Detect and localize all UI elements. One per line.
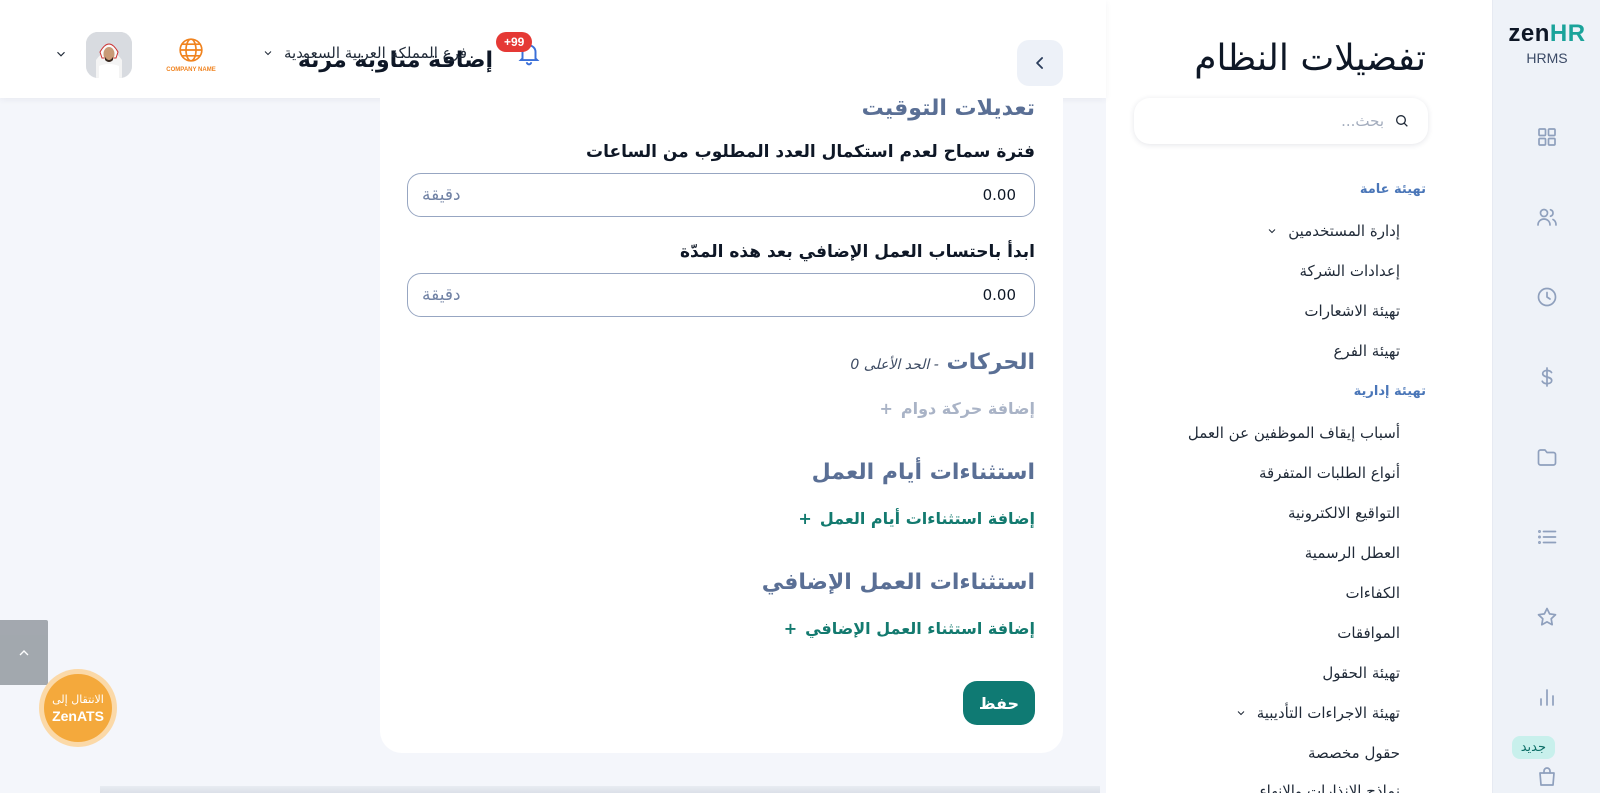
list-icon[interactable] xyxy=(1531,521,1563,553)
add-overtime-exception-label: إضافة استثناء العمل الإضافي xyxy=(805,619,1035,638)
add-movement-label: إضافة حركة دوام xyxy=(900,399,1035,418)
menu-item-suspension-reasons[interactable]: أسباب إيقاف الموظفين عن العمل xyxy=(1188,424,1400,442)
menu-item-e-signatures[interactable]: التواقيع الالكترونية xyxy=(1288,504,1400,522)
bag-icon[interactable] xyxy=(1531,761,1563,793)
menu-item-label: الكفاءات xyxy=(1345,584,1400,602)
profile-menu-toggle[interactable] xyxy=(54,46,68,60)
settings-search[interactable] xyxy=(1134,98,1428,144)
settings-title: تفضيلات النظام xyxy=(1194,38,1426,79)
menu-item-notifications[interactable]: تهيئة الاشعارات xyxy=(1304,302,1400,320)
company-logo: COMPANY NAME xyxy=(155,28,227,80)
zenats-switch-button[interactable]: الانتقال إلى ZenATS xyxy=(44,674,112,742)
menu-item-approvals[interactable]: الموافقات xyxy=(1337,624,1400,642)
plus-icon: + xyxy=(879,399,893,418)
plus-icon: + xyxy=(798,509,812,528)
overtime-start-input[interactable] xyxy=(816,286,1016,304)
add-overtime-exception-button[interactable]: إضافة استثناء العمل الإضافي + xyxy=(784,619,1035,638)
bar-chart-icon[interactable] xyxy=(1531,681,1563,713)
movements-title: الحركات xyxy=(946,350,1035,375)
movements-section-title: الحركات - الحد الأعلى 0 xyxy=(850,350,1035,375)
overtime-start-label: ابدأ باحتساب العمل الإضافي بعد هذه المدّ… xyxy=(680,242,1035,262)
users-icon[interactable] xyxy=(1531,201,1563,233)
dollar-icon[interactable] xyxy=(1531,361,1563,393)
avatar[interactable] xyxy=(86,32,132,78)
menu-item-company-settings[interactable]: إعدادات الشركة xyxy=(1300,262,1400,280)
chevron-down-icon xyxy=(264,51,272,56)
menu-item-label: تهيئة الاجراءات التأديبية xyxy=(1256,704,1400,722)
bottom-divider xyxy=(100,786,1100,793)
chevron-left-icon xyxy=(1036,57,1043,69)
branch-name: فرع المملكة العربية السعودية xyxy=(284,44,468,62)
zenats-caption: الانتقال إلى xyxy=(52,692,104,706)
menu-item-label: الموافقات xyxy=(1337,624,1400,642)
menu-item-user-management[interactable]: إدارة المستخدمين xyxy=(1266,222,1400,240)
chevron-down-icon xyxy=(1237,711,1245,716)
brand-logo[interactable]: zenHR HRMS xyxy=(1493,20,1600,66)
chevron-up-icon xyxy=(19,649,29,655)
notification-count-badge: +99 xyxy=(496,32,533,52)
workday-exceptions-title: استثناءات أيام العمل xyxy=(811,460,1035,485)
add-workday-exception-button[interactable]: إضافة استثناءات أيام العمل + xyxy=(798,509,1035,528)
brand-name-accent: HR xyxy=(1549,20,1586,47)
settings-panel: تفضيلات النظام تهيئة عامة إدارة المستخدم… xyxy=(1106,0,1492,793)
menu-item-label: أسباب إيقاف الموظفين عن العمل xyxy=(1187,424,1400,442)
grace-period-unit: دقيقة xyxy=(422,185,461,205)
overtime-start-unit: دقيقة xyxy=(422,285,461,305)
plus-icon: + xyxy=(783,619,798,638)
menu-item-branch[interactable]: تهيئة الفرع xyxy=(1333,342,1400,360)
menu-item-label: تهيئة الاشعارات xyxy=(1304,302,1400,320)
timing-section-title: تعديلات التوقيت xyxy=(861,96,1035,121)
save-button[interactable]: حفظ xyxy=(963,681,1035,725)
grace-period-field[interactable]: دقيقة xyxy=(407,173,1035,217)
user-photo xyxy=(86,32,132,78)
globe-logo-icon xyxy=(179,38,203,62)
chevron-down-icon xyxy=(1268,229,1276,234)
menu-item-label: أنواع الطلبات المتفرقة xyxy=(1259,464,1400,482)
menu-item-label: التواقيع الالكترونية xyxy=(1288,504,1400,522)
menu-item-fields[interactable]: تهيئة الحقول xyxy=(1322,664,1400,682)
add-workday-exception-label: إضافة استثناءات أيام العمل xyxy=(819,509,1035,528)
branch-selector[interactable]: فرع المملكة العربية السعودية xyxy=(262,44,467,62)
back-button[interactable] xyxy=(1017,40,1063,86)
search-input[interactable] xyxy=(1164,112,1384,130)
menu-item-label: تهيئة الفرع xyxy=(1333,342,1400,360)
clock-icon[interactable] xyxy=(1531,281,1563,313)
search-icon xyxy=(1396,115,1408,127)
star-icon[interactable] xyxy=(1531,601,1563,633)
menu-item-label: حقول مخصصة xyxy=(1307,744,1400,762)
zenats-label: ZenATS xyxy=(52,707,104,724)
overtime-exceptions-title: استثناءات العمل الإضافي xyxy=(761,570,1035,595)
grace-period-input[interactable] xyxy=(816,186,1016,204)
brand-subtitle: HRMS xyxy=(1526,50,1568,66)
menu-item-holidays[interactable]: العطل الرسمية xyxy=(1305,544,1400,562)
menu-item-label: العطل الرسمية xyxy=(1304,544,1400,562)
menu-item-label: نماذج الانذارات والانهاء xyxy=(1259,782,1400,793)
dashboard-icon[interactable] xyxy=(1531,121,1563,153)
menu-item-label: إدارة المستخدمين xyxy=(1288,222,1400,240)
brand-name: zen xyxy=(1508,20,1550,47)
menu-item-competencies[interactable]: الكفاءات xyxy=(1345,584,1400,602)
company-logo-text: COMPANY NAME xyxy=(166,67,216,73)
folder-icon[interactable] xyxy=(1531,441,1563,473)
scroll-to-top-button[interactable] xyxy=(0,620,48,685)
menu-item-custom-fields[interactable]: حقول مخصصة xyxy=(1308,744,1400,762)
shift-form-card: تعديلات التوقيت فترة سماح لعدم استكمال ا… xyxy=(380,96,1063,753)
menu-item-label: تهيئة الحقول xyxy=(1322,664,1400,682)
new-badge: جديد xyxy=(1511,736,1555,759)
top-header: إضافة مناوبة مرنة +99 فرع المملكة العربي… xyxy=(0,0,1106,98)
section-administrative: تهيئة إدارية xyxy=(1353,384,1426,399)
menu-item-warning-templates[interactable]: نماذج الانذارات والانهاء xyxy=(1260,782,1400,793)
icon-rail: zenHR HRMS جديد xyxy=(1492,0,1600,793)
menu-item-label: إعدادات الشركة xyxy=(1299,262,1400,280)
menu-item-request-types[interactable]: أنواع الطلبات المتفرقة xyxy=(1259,464,1400,482)
chevron-down-icon xyxy=(57,51,65,57)
section-general: تهيئة عامة xyxy=(1359,182,1426,197)
overtime-start-field[interactable]: دقيقة xyxy=(407,273,1035,317)
grace-period-label: فترة سماح لعدم استكمال العدد المطلوب من … xyxy=(585,142,1035,162)
add-movement-button[interactable]: إضافة حركة دوام + xyxy=(879,399,1035,418)
menu-item-disciplinary[interactable]: تهيئة الاجراءات التأديبية xyxy=(1235,704,1400,722)
movements-limit: - الحد الأعلى 0 xyxy=(850,357,939,373)
